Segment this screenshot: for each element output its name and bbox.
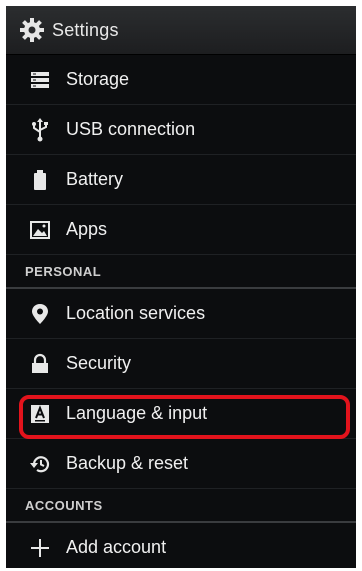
settings-item-usb-connection[interactable]: USB connection bbox=[6, 105, 356, 155]
settings-item-label: Battery bbox=[66, 169, 124, 189]
settings-list: Storage USB connection Battery Apps PERS… bbox=[6, 55, 356, 568]
settings-item-security[interactable]: Security bbox=[6, 339, 356, 389]
settings-item-battery[interactable]: Battery bbox=[6, 155, 356, 205]
location-icon bbox=[27, 301, 53, 327]
section-header-personal: PERSONAL bbox=[6, 255, 356, 289]
usb-icon bbox=[27, 117, 53, 143]
settings-item-location-services[interactable]: Location services bbox=[6, 289, 356, 339]
storage-icon bbox=[27, 67, 53, 93]
settings-item-label: Security bbox=[66, 353, 132, 373]
apps-icon bbox=[27, 217, 53, 243]
action-bar: Settings bbox=[6, 6, 356, 55]
settings-item-storage[interactable]: Storage bbox=[6, 55, 356, 105]
settings-item-add-account[interactable]: Add account bbox=[6, 523, 356, 568]
battery-icon bbox=[27, 167, 53, 193]
settings-item-label: Storage bbox=[66, 69, 130, 89]
language-icon bbox=[27, 401, 53, 427]
settings-item-label: Location services bbox=[66, 303, 206, 323]
settings-item-apps[interactable]: Apps bbox=[6, 205, 356, 255]
backup-icon bbox=[27, 451, 53, 477]
settings-screen: Settings Storage USB connection Battery … bbox=[6, 6, 356, 568]
settings-item-label: USB connection bbox=[66, 119, 196, 139]
settings-item-backup-reset[interactable]: Backup & reset bbox=[6, 439, 356, 489]
section-header-label: ACCOUNTS bbox=[25, 497, 103, 513]
settings-item-label: Language & input bbox=[66, 403, 208, 423]
section-header-label: PERSONAL bbox=[25, 263, 102, 279]
settings-item-label: Backup & reset bbox=[66, 453, 189, 473]
page-title: Settings bbox=[52, 19, 119, 40]
settings-item-language-input[interactable]: Language & input bbox=[6, 389, 356, 439]
settings-item-label: Add account bbox=[66, 537, 167, 557]
settings-item-label: Apps bbox=[66, 219, 108, 239]
lock-icon bbox=[27, 351, 53, 377]
add-icon bbox=[27, 535, 53, 561]
section-header-accounts: ACCOUNTS bbox=[6, 489, 356, 523]
gear-icon[interactable] bbox=[18, 16, 46, 44]
